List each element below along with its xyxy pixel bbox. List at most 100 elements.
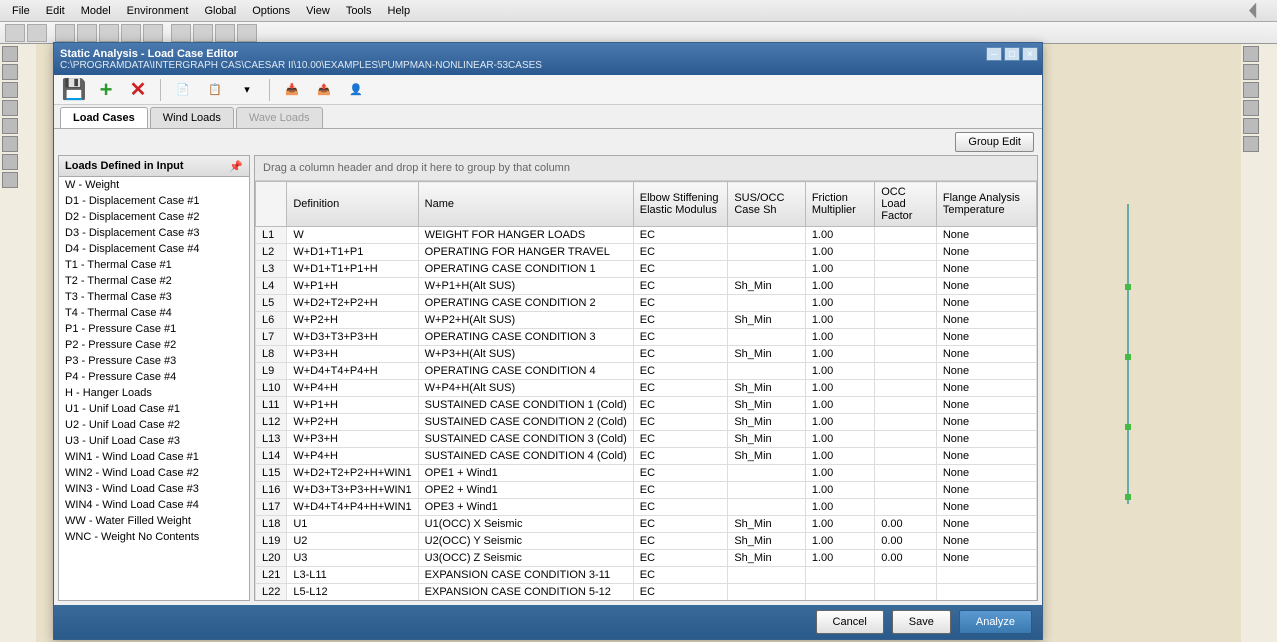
- cell[interactable]: [728, 329, 805, 346]
- cell[interactable]: 1.00: [805, 448, 874, 465]
- cell[interactable]: Sh_Min: [728, 448, 805, 465]
- cell[interactable]: EC: [633, 550, 728, 567]
- group-edit-button[interactable]: Group Edit: [955, 132, 1034, 152]
- tool-icon[interactable]: [2, 100, 18, 116]
- menu-edit[interactable]: Edit: [38, 2, 73, 20]
- cell[interactable]: [728, 465, 805, 482]
- table-row[interactable]: L5W+D2+T2+P2+HOPERATING CASE CONDITION 2…: [256, 295, 1037, 312]
- save-button[interactable]: Save: [892, 610, 951, 634]
- column-header[interactable]: Elbow Stiffening Elastic Modulus: [633, 182, 728, 227]
- load-item[interactable]: U3 - Unif Load Case #3: [59, 433, 249, 449]
- tool-icon[interactable]: [2, 46, 18, 62]
- cell[interactable]: Sh_Min: [728, 346, 805, 363]
- table-row[interactable]: L19U2U2(OCC) Y SeismicECSh_Min1.000.00No…: [256, 533, 1037, 550]
- cell[interactable]: L5-L12: [287, 584, 418, 601]
- cell[interactable]: [875, 414, 937, 431]
- cell[interactable]: 1.00: [805, 346, 874, 363]
- cell[interactable]: SUSTAINED CASE CONDITION 1 (Cold): [418, 397, 633, 414]
- toolbar-button[interactable]: [121, 24, 141, 42]
- cell[interactable]: 0.00: [875, 516, 937, 533]
- column-header[interactable]: OCC Load Factor: [875, 182, 937, 227]
- load-item[interactable]: WIN1 - Wind Load Case #1: [59, 449, 249, 465]
- cell[interactable]: W+D2+T2+P2+H+WIN1: [287, 465, 418, 482]
- cell[interactable]: WEIGHT FOR HANGER LOADS: [418, 227, 633, 244]
- delete-icon[interactable]: ✕: [124, 77, 152, 103]
- table-row[interactable]: L2W+D1+T1+P1OPERATING FOR HANGER TRAVELE…: [256, 244, 1037, 261]
- table-row[interactable]: L17W+D4+T4+P4+H+WIN1OPE3 + Wind1EC1.00No…: [256, 499, 1037, 516]
- cell[interactable]: Sh_Min: [728, 533, 805, 550]
- table-row[interactable]: L11W+P1+HSUSTAINED CASE CONDITION 1 (Col…: [256, 397, 1037, 414]
- load-item[interactable]: T4 - Thermal Case #4: [59, 305, 249, 321]
- cell[interactable]: Sh_Min: [728, 516, 805, 533]
- cell[interactable]: 1.00: [805, 465, 874, 482]
- cell[interactable]: [875, 363, 937, 380]
- minimize-button[interactable]: –: [986, 47, 1002, 61]
- cell[interactable]: [936, 567, 1036, 584]
- cell[interactable]: L3: [256, 261, 287, 278]
- cell[interactable]: EC: [633, 499, 728, 516]
- cell[interactable]: [875, 329, 937, 346]
- cell[interactable]: Sh_Min: [728, 278, 805, 295]
- grid-scroll-area[interactable]: DefinitionNameElbow Stiffening Elastic M…: [255, 181, 1037, 600]
- cell[interactable]: EXPANSION CASE CONDITION 3-11: [418, 567, 633, 584]
- cell[interactable]: 1.00: [805, 244, 874, 261]
- cell[interactable]: W+P1+H: [287, 278, 418, 295]
- cell[interactable]: [875, 295, 937, 312]
- cell[interactable]: [728, 295, 805, 312]
- cell[interactable]: U1: [287, 516, 418, 533]
- cell[interactable]: EC: [633, 431, 728, 448]
- cell[interactable]: 1.00: [805, 397, 874, 414]
- menu-help[interactable]: Help: [380, 2, 419, 20]
- cell[interactable]: L7: [256, 329, 287, 346]
- cell[interactable]: [875, 482, 937, 499]
- cell[interactable]: None: [936, 363, 1036, 380]
- table-row[interactable]: L22L5-L12EXPANSION CASE CONDITION 5-12EC: [256, 584, 1037, 601]
- cell[interactable]: [875, 584, 937, 601]
- tab-load-cases[interactable]: Load Cases: [60, 107, 148, 128]
- tool-icon[interactable]: [1243, 64, 1259, 80]
- table-row[interactable]: L7W+D3+T3+P3+HOPERATING CASE CONDITION 3…: [256, 329, 1037, 346]
- toolbar-button[interactable]: [171, 24, 191, 42]
- cell[interactable]: L6: [256, 312, 287, 329]
- cell[interactable]: OPE1 + Wind1: [418, 465, 633, 482]
- cell[interactable]: W+P2+H: [287, 312, 418, 329]
- import-icon[interactable]: 📥: [278, 77, 306, 103]
- cell[interactable]: L13: [256, 431, 287, 448]
- load-item[interactable]: WIN2 - Wind Load Case #2: [59, 465, 249, 481]
- load-item[interactable]: T1 - Thermal Case #1: [59, 257, 249, 273]
- table-row[interactable]: L21L3-L11EXPANSION CASE CONDITION 3-11EC: [256, 567, 1037, 584]
- cell[interactable]: W+P1+H(Alt SUS): [418, 278, 633, 295]
- cell[interactable]: W+P3+H: [287, 431, 418, 448]
- cell[interactable]: None: [936, 431, 1036, 448]
- cell[interactable]: L3-L11: [287, 567, 418, 584]
- tab-wave-loads[interactable]: Wave Loads: [236, 107, 323, 128]
- load-item[interactable]: U2 - Unif Load Case #2: [59, 417, 249, 433]
- cell[interactable]: [728, 261, 805, 278]
- cell[interactable]: U3(OCC) Z Seismic: [418, 550, 633, 567]
- cell[interactable]: 1.00: [805, 312, 874, 329]
- cell[interactable]: Sh_Min: [728, 431, 805, 448]
- cell[interactable]: 1.00: [805, 363, 874, 380]
- cell[interactable]: EC: [633, 261, 728, 278]
- cell[interactable]: OPERATING FOR HANGER TRAVEL: [418, 244, 633, 261]
- cell[interactable]: L9: [256, 363, 287, 380]
- cell[interactable]: None: [936, 465, 1036, 482]
- load-item[interactable]: T2 - Thermal Case #2: [59, 273, 249, 289]
- menu-tools[interactable]: Tools: [338, 2, 380, 20]
- cell[interactable]: W+P2+H(Alt SUS): [418, 312, 633, 329]
- cell[interactable]: None: [936, 516, 1036, 533]
- cell[interactable]: EC: [633, 380, 728, 397]
- cell[interactable]: None: [936, 261, 1036, 278]
- cell[interactable]: L1: [256, 227, 287, 244]
- cell[interactable]: EC: [633, 363, 728, 380]
- cell[interactable]: OPERATING CASE CONDITION 1: [418, 261, 633, 278]
- cell[interactable]: W+P4+H(Alt SUS): [418, 380, 633, 397]
- cell[interactable]: W+D2+T2+P2+H: [287, 295, 418, 312]
- cell[interactable]: L12: [256, 414, 287, 431]
- cell[interactable]: None: [936, 227, 1036, 244]
- cell[interactable]: [875, 431, 937, 448]
- cell[interactable]: W+D4+T4+P4+H: [287, 363, 418, 380]
- cell[interactable]: L19: [256, 533, 287, 550]
- tool-icon[interactable]: [1243, 100, 1259, 116]
- cell[interactable]: None: [936, 312, 1036, 329]
